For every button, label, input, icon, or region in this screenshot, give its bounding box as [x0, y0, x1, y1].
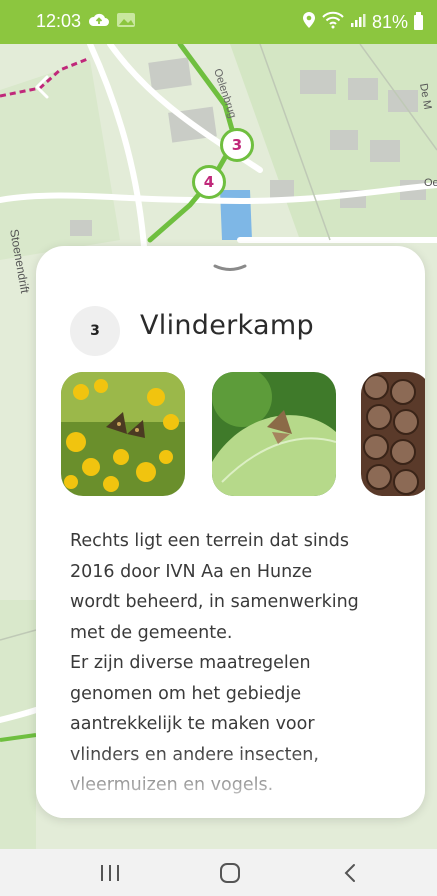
point-number-badge: 3: [70, 306, 120, 356]
route-marker-3[interactable]: 3: [220, 128, 254, 162]
home-icon: [220, 863, 240, 883]
photo-carousel[interactable]: [61, 372, 425, 496]
recent-apps-icon: [101, 865, 119, 881]
status-right: 81%: [302, 11, 423, 34]
photo-butterfly-flowers[interactable]: [61, 372, 185, 496]
status-bar: 12:03 81%: [0, 0, 437, 44]
back-nav-button[interactable]: [330, 859, 370, 887]
battery-percent: 81%: [371, 12, 408, 32]
cloud-upload-icon: [88, 11, 110, 34]
route-marker-label: 4: [203, 173, 215, 191]
wifi-icon: [322, 11, 344, 34]
battery-icon: [414, 12, 423, 30]
status-time: 12:03: [36, 11, 82, 31]
image-icon: [116, 11, 136, 34]
location-icon: [302, 11, 316, 34]
home-button[interactable]: [210, 859, 250, 887]
photo-insect-hotel[interactable]: [361, 372, 425, 496]
recent-apps-button[interactable]: [90, 859, 130, 887]
chevron-down-icon: [213, 264, 247, 271]
sheet-drag-handle[interactable]: [212, 258, 248, 271]
back-icon: [344, 864, 355, 882]
signal-icon: [350, 12, 366, 33]
point-detail-sheet[interactable]: 3 Vlinderkamp Rechts ligt een terrein da…: [36, 246, 425, 818]
route-marker-label: 3: [231, 136, 243, 154]
point-title: Vlinderkamp: [140, 310, 314, 341]
route-marker-4[interactable]: 4: [192, 165, 226, 199]
photo-butterfly-leaf[interactable]: [212, 372, 336, 496]
back-button[interactable]: [28, 72, 58, 102]
system-nav-bar: [0, 849, 437, 896]
svg-text:Oe: Oe: [424, 177, 437, 189]
text-fade-overlay: [36, 748, 425, 818]
chevron-left-icon: [35, 75, 49, 99]
